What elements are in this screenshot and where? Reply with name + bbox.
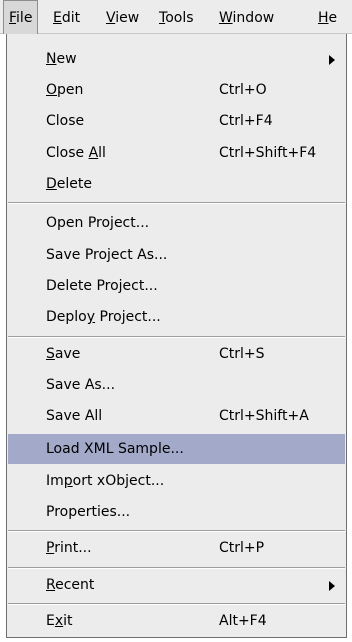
menu-separator <box>8 530 345 532</box>
menu-item-open-project-label: Open Project... <box>46 215 150 231</box>
label-rest: ort xObject... <box>72 473 165 489</box>
label-pre: E <box>46 613 55 629</box>
menu-item-properties[interactable]: Properties... <box>8 497 345 527</box>
mnemonic: S <box>46 346 55 362</box>
menu-item-exit[interactable]: Exit Alt+F4 <box>8 606 345 636</box>
menu-item-save-project-as[interactable]: Save Project As... <box>8 240 345 270</box>
label-rest: rint... <box>54 540 92 556</box>
menu-item-close-label: Close <box>46 113 85 129</box>
label-rest: ecent <box>55 577 95 593</box>
label-rest: ave <box>54 346 81 362</box>
mnemonic: x <box>54 613 64 629</box>
menu-item-deploy-project-label: Deploy Project... <box>46 302 161 332</box>
menu-item-save-all[interactable]: Save All Ctrl+Shift+A <box>8 401 345 431</box>
menu-item-delete-label: Delete <box>46 169 92 199</box>
menu-item-recent-label: Recent <box>46 570 94 600</box>
mnemonic: p <box>63 473 73 489</box>
mnemonic: R <box>46 577 56 593</box>
label-pre: Im <box>46 473 64 489</box>
menu-item-properties-label: Properties... <box>46 504 131 520</box>
menu-item-open[interactable]: Open Ctrl+O <box>8 75 345 105</box>
mnemonic: D <box>46 176 57 192</box>
menu-item-close-all[interactable]: Close All Ctrl+Shift+F4 <box>8 138 345 168</box>
shortcut-label: Alt+F4 <box>219 613 267 629</box>
menu-help-mnemonic: H <box>318 10 329 26</box>
menu-separator <box>8 567 345 569</box>
menu-bar: File Edit View Tools Window He <box>0 0 352 34</box>
menu-window[interactable]: Window <box>219 0 274 34</box>
menu-separator <box>8 336 345 338</box>
menu-item-deploy-project[interactable]: Deploy Project... <box>8 302 345 332</box>
mnemonic: O <box>46 82 58 98</box>
menu-edit-rest: dit <box>61 10 81 26</box>
menu-item-delete-project[interactable]: Delete Project... <box>8 271 345 301</box>
shortcut-label: Ctrl+F4 <box>219 113 273 129</box>
label-rest: it <box>63 613 73 629</box>
menu-help-rest: e <box>328 10 338 26</box>
label-rest: elete <box>56 176 92 192</box>
menu-item-new-label: New <box>46 44 77 74</box>
shortcut-label: Ctrl+Shift+F4 <box>219 145 317 161</box>
chevron-right-icon <box>329 55 335 65</box>
menu-item-delete[interactable]: Delete <box>8 169 345 199</box>
shortcut-label: Ctrl+P <box>219 540 265 556</box>
label-rest: ew <box>56 51 77 67</box>
menu-file-mnemonic: F <box>9 10 17 26</box>
menu-item-save-as-label: Save As... <box>46 377 116 393</box>
label-pre: Close <box>46 145 89 161</box>
label-pre: Deplo <box>46 309 87 325</box>
menu-item-open-project[interactable]: Open Project... <box>8 208 345 238</box>
menu-item-load-xml-sample-label: Load XML Sample... <box>46 441 184 457</box>
menu-file-rest: ile <box>16 10 33 26</box>
label-rest: Project... <box>95 309 161 325</box>
menu-item-close[interactable]: Close Ctrl+F4 <box>8 106 345 136</box>
menu-item-load-xml-sample[interactable]: Load XML Sample... <box>8 434 345 464</box>
menu-separator <box>8 202 345 204</box>
menu-view-rest: iew <box>115 10 140 26</box>
menu-edit-mnemonic: E <box>53 10 62 26</box>
chevron-right-icon <box>329 581 335 591</box>
menu-separator <box>8 603 345 605</box>
shortcut-label: Ctrl+Shift+A <box>219 408 309 424</box>
menu-help[interactable]: He <box>318 0 337 34</box>
mnemonic: P <box>46 540 55 556</box>
file-menu-dropdown: New Open Ctrl+O Close Ctrl+F4 Close All … <box>6 34 347 638</box>
mnemonic: A <box>88 145 99 161</box>
menu-item-save-as[interactable]: Save As... <box>8 370 345 400</box>
menu-item-import-xobject[interactable]: Import xObject... <box>8 466 345 496</box>
mnemonic: N <box>46 51 57 67</box>
menu-view-mnemonic: V <box>106 10 116 26</box>
label-rest: pen <box>57 82 84 98</box>
menu-view[interactable]: View <box>106 0 139 34</box>
menu-item-print-label: Print... <box>46 533 92 563</box>
shortcut-label: Ctrl+O <box>219 82 267 98</box>
menu-item-exit-label: Exit <box>46 606 73 636</box>
menu-item-delete-project-label: Delete Project... <box>46 278 158 294</box>
menu-item-save-project-as-label: Save Project As... <box>46 247 168 263</box>
menu-tools-rest: ools <box>165 10 194 26</box>
menu-item-close-all-label: Close All <box>46 138 106 168</box>
menu-item-import-xobject-label: Import xObject... <box>46 466 164 496</box>
menu-item-save-all-label: Save All <box>46 408 103 424</box>
menu-item-save[interactable]: Save Ctrl+S <box>8 339 345 369</box>
menu-file[interactable]: File <box>3 0 39 34</box>
menu-edit[interactable]: Edit <box>53 0 80 34</box>
menu-item-print[interactable]: Print... Ctrl+P <box>8 533 345 563</box>
menu-window-mnemonic: W <box>219 10 233 26</box>
mnemonic: y <box>86 309 96 325</box>
menu-item-open-label: Open <box>46 75 83 105</box>
menu-item-recent[interactable]: Recent <box>8 570 345 600</box>
shortcut-label: Ctrl+S <box>219 346 265 362</box>
menu-tools[interactable]: Tools <box>159 0 194 34</box>
menu-item-new[interactable]: New <box>8 44 345 74</box>
label-rest: ll <box>98 145 106 161</box>
menu-window-rest: indow <box>232 10 275 26</box>
menu-item-save-label: Save <box>46 339 80 369</box>
